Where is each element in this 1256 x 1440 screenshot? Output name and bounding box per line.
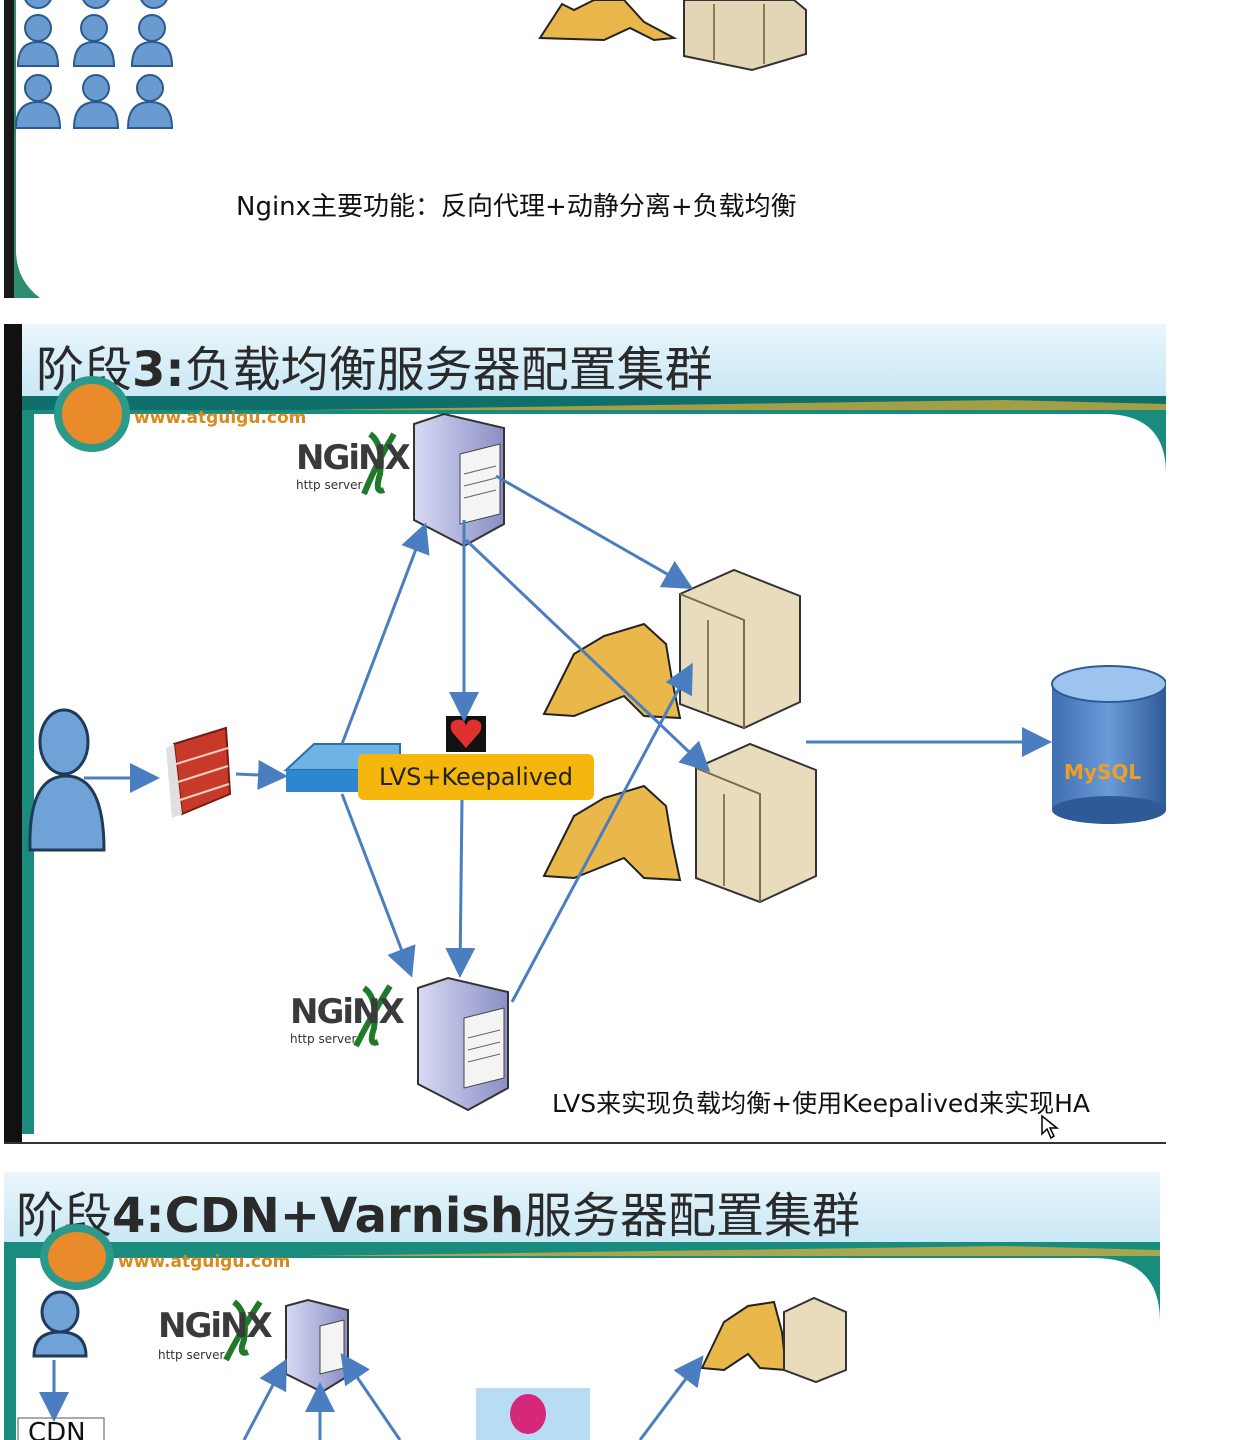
cdn-label: CDN [28,1418,86,1440]
nginx-logo-top: NGiNX [296,438,411,478]
cursor-icon [1041,1114,1060,1140]
firewall-icon [166,726,232,818]
slide1-graphics [4,0,174,298]
tomcat-server-icon [538,0,807,72]
nginx-server-top-icon [361,412,505,548]
nginx-sub-top: http server [296,478,363,492]
slide-top: Nginx主要功能：反向代理+动静分离+负载均衡 [4,0,807,298]
slide1-caption: Nginx主要功能：反向代理+动静分离+负载均衡 [236,192,797,222]
user-icon [28,708,106,852]
slide2-caption: LVS来实现负载均衡+使用Keepalived来实现HA [552,1089,1091,1118]
slide-stage4: 阶段4:CDN+Varnish服务器配置集群 www.atguigu.com N… [4,1172,1160,1440]
nginx-sub: http server [158,1348,225,1362]
slide-stage3: 阶段3:负载均衡服务器配置集群 www.atguigu.com NGiNX ht… [4,324,1166,1144]
connection-arrows [39,1353,704,1440]
nginx-sub-bottom: http server [290,1032,357,1046]
nginx-logo: NGiNX [158,1306,273,1346]
balloon-image-icon [476,1388,590,1440]
lvs-keepalived-label: LVS+Keepalived [358,754,594,800]
lb-diagram [28,412,1166,1112]
mysql-database-icon [1051,665,1166,824]
connection-arrows [84,474,1052,1003]
user-icon [32,1290,88,1358]
heart-icon [446,716,486,752]
tomcat-server-icon [700,1296,847,1384]
mysql-label: MySQL [1064,760,1142,784]
nginx-logo-bottom: NGiNX [290,992,405,1032]
users-group-icon [14,0,174,129]
